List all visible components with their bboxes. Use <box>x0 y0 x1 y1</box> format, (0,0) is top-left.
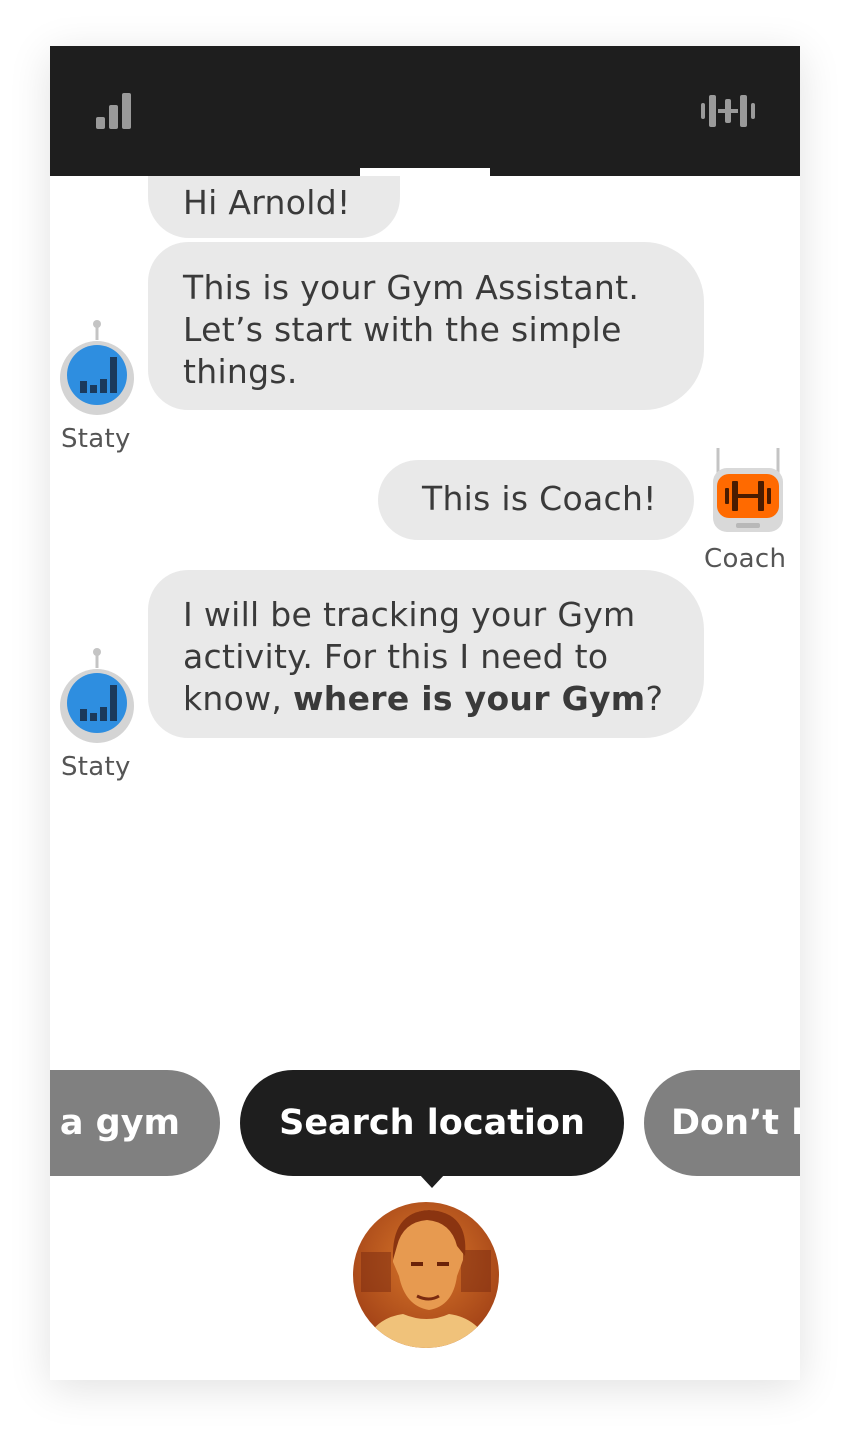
phone-screen: Hi Arnold! This is your Gym Assistant. L… <box>50 46 800 1380</box>
user-photo <box>353 1202 499 1348</box>
message-line: Let’s start with the simple <box>183 310 622 349</box>
tab-stats[interactable] <box>70 46 158 176</box>
quick-reply-search-location[interactable]: Search location <box>240 1070 624 1176</box>
tab-workout[interactable] <box>680 46 776 176</box>
message-line: I will be tracking your Gym <box>183 595 636 634</box>
bot-name-label: Staty <box>61 424 131 454</box>
top-nav-bar <box>50 46 800 647</box>
coach-bot-avatar <box>713 448 783 532</box>
chip-pointer <box>419 1174 445 1188</box>
message-line: This is your Gym Assistant. <box>183 268 640 307</box>
staty-bot-avatar <box>60 648 134 743</box>
chat-thread: Hi Arnold! This is your Gym Assistant. L… <box>50 176 800 1066</box>
quick-reply-dont-have[interactable]: Don’t h <box>644 1070 800 1176</box>
quick-reply-label: e a gym <box>50 1103 180 1143</box>
message-bubble: Hi Arnold! <box>148 176 400 238</box>
quick-reply-no-gym[interactable]: e a gym <box>50 1070 220 1176</box>
active-tab-indicator <box>360 168 490 176</box>
message-text: know, <box>183 679 293 718</box>
message-text: This is Coach! <box>422 479 657 518</box>
message-bubble: This is Coach! <box>378 460 694 540</box>
message-emphasis: where is your Gym <box>293 679 646 718</box>
user-avatar[interactable] <box>353 1202 499 1348</box>
staty-bot-avatar <box>60 320 134 415</box>
message-text: ? <box>645 679 664 718</box>
quick-reply-label: Don’t h <box>671 1103 800 1143</box>
message-line: activity. For this I need to <box>183 637 609 676</box>
message-bubble: I will be tracking your Gym activity. Fo… <box>148 570 704 738</box>
bot-name-label: Coach <box>704 544 787 574</box>
message-line: know, where is your Gym? <box>183 678 704 720</box>
dumbbell-icon <box>701 95 755 127</box>
message-text: Hi Arnold! <box>183 183 351 222</box>
quick-reply-label: Search location <box>279 1103 585 1143</box>
bot-name-label: Staty <box>61 752 131 782</box>
message-bubble: This is your Gym Assistant. Let’s start … <box>148 242 704 410</box>
message-line: things. <box>183 352 298 391</box>
stats-bars-icon <box>96 93 131 129</box>
